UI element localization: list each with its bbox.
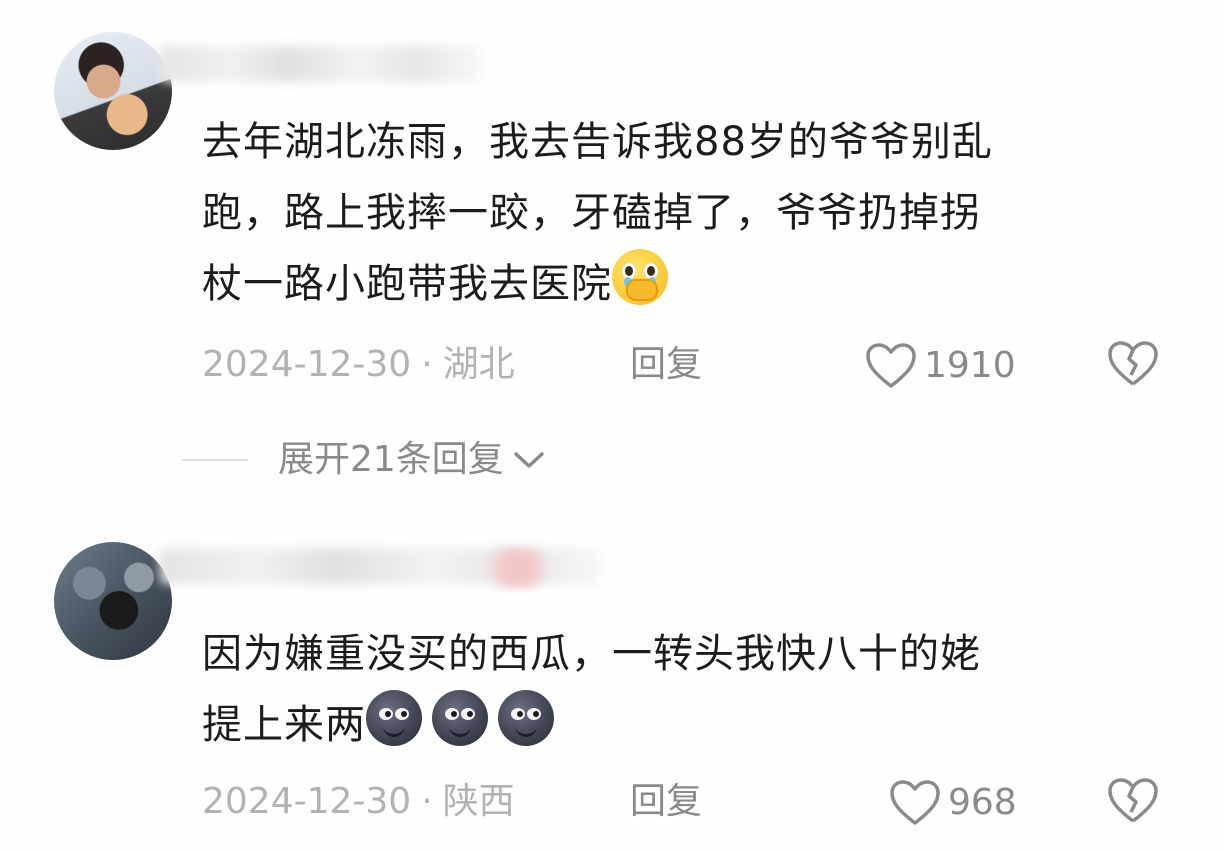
heart-outline-icon <box>890 780 940 825</box>
comment-text: 因为嫌重没买的西瓜，一转头我快八十的姥 提上来两 <box>202 619 1172 761</box>
divider-line <box>182 459 248 461</box>
comment-text-line: 杖一路小跑带我去医院 <box>202 261 612 307</box>
new-moon-face-emoji-icon <box>498 690 554 746</box>
like-count: 1910 <box>924 345 1016 386</box>
like-button[interactable]: 1910 <box>864 341 1016 391</box>
heart-outline-icon <box>866 343 916 388</box>
reply-button[interactable]: 回复 <box>630 341 702 389</box>
like-button[interactable]: 968 <box>888 778 1017 828</box>
dislike-button[interactable] <box>1106 339 1160 393</box>
like-count: 968 <box>948 782 1017 823</box>
comment-location: 湖北 <box>442 344 515 385</box>
comment-date: 2024-12-30 <box>202 344 412 385</box>
comment-text-line: 去年湖北冻雨，我去告诉我88岁的爷爷别乱 <box>202 119 993 165</box>
comment-meta: 2024-12-30 · 陕西 <box>202 778 515 826</box>
avatar[interactable] <box>54 542 172 660</box>
comment-text-line: 提上来两 <box>202 702 366 748</box>
meta-separator: · <box>421 344 433 385</box>
comment-date: 2024-12-30 <box>202 781 412 822</box>
comment-text: 去年湖北冻雨，我去告诉我88岁的爷爷别乱 跑，路上我摔一跤，牙磕掉了，爷爷扔掉拐… <box>202 107 1172 320</box>
expand-replies-label: 展开21条回复 <box>278 439 504 480</box>
new-moon-face-emoji-icon <box>366 690 422 746</box>
chevron-down-icon <box>514 452 544 468</box>
comment-text-line: 跑，路上我摔一跤，牙磕掉了，爷爷扔掉拐 <box>202 190 981 236</box>
comment-location: 陕西 <box>442 781 515 822</box>
expand-replies-button[interactable]: 展开21条回复 <box>182 436 546 484</box>
meta-separator: · <box>421 781 433 822</box>
comment-text-line: 因为嫌重没买的西瓜，一转头我快八十的姥 <box>202 631 981 677</box>
broken-heart-icon <box>1108 778 1158 823</box>
reply-button[interactable]: 回复 <box>630 778 702 826</box>
comment-meta: 2024-12-30 · 湖北 <box>202 341 515 389</box>
broken-heart-icon <box>1108 341 1158 386</box>
avatar[interactable] <box>54 32 172 150</box>
new-moon-face-emoji-icon <box>432 690 488 746</box>
dislike-button[interactable] <box>1106 776 1160 830</box>
username-blurred[interactable] <box>160 46 480 82</box>
pleading-face-emoji-icon <box>612 249 668 305</box>
username-blur-accent <box>478 548 558 588</box>
